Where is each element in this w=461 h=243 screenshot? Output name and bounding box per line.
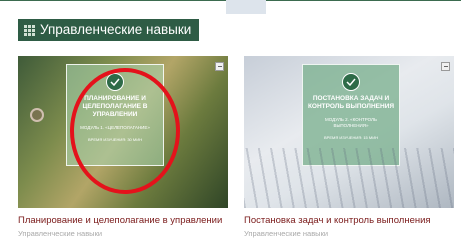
course-title-link[interactable]: Планирование и целеполагание в управлени… <box>18 215 228 227</box>
course-thumbnail[interactable]: Постановка задач и контроль выполнения М… <box>244 56 454 208</box>
section-title: Управленческие навыки <box>40 22 192 37</box>
course-category: Управленческие навыки <box>18 229 103 238</box>
course-card[interactable]: Планирование и целеполагание в управлени… <box>18 56 228 239</box>
play-indicator-icon <box>30 108 44 122</box>
top-tab[interactable] <box>226 0 266 14</box>
course-title-link[interactable]: Постановка задач и контроль выполнения <box>244 215 454 227</box>
poster-title: Постановка задач и контроль выполнения <box>307 95 395 110</box>
poster-module: Модуль 2. «Контроль выполнения» <box>325 117 377 128</box>
course-thumbnail[interactable]: Планирование и целеполагание в управлени… <box>18 56 228 208</box>
annotation-circle <box>70 68 180 194</box>
section-header: Управленческие навыки <box>18 19 200 41</box>
course-poster: Постановка задач и контроль выполнения М… <box>302 64 400 166</box>
grid-icon <box>24 24 35 36</box>
minimize-icon[interactable] <box>215 62 224 71</box>
bank-logo-icon <box>342 73 360 91</box>
course-card[interactable]: Постановка задач и контроль выполнения М… <box>244 56 454 239</box>
minimize-icon[interactable] <box>441 62 450 71</box>
course-category: Управленческие навыки <box>244 229 329 238</box>
poster-time: Время изучения: 15 мин <box>324 135 378 140</box>
